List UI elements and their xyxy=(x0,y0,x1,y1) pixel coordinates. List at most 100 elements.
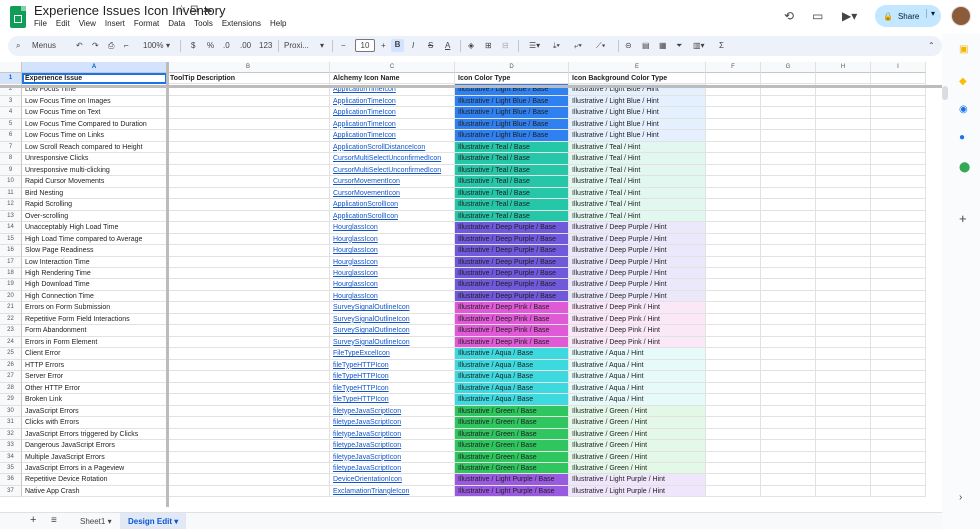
tooltip-description-cell[interactable] xyxy=(167,256,330,268)
empty-cell[interactable] xyxy=(706,233,761,246)
icon-bg-color-cell[interactable]: Illustrative / Teal / Hint xyxy=(569,164,706,177)
empty-cell[interactable] xyxy=(816,245,871,257)
experience-issue-cell[interactable]: Low Focus Time Compared to Duration xyxy=(22,118,167,131)
row-header[interactable]: 34 xyxy=(0,451,22,463)
empty-cell[interactable] xyxy=(871,313,926,326)
row-header[interactable]: 4 xyxy=(0,107,22,119)
row-header[interactable]: 1 xyxy=(0,73,22,85)
experience-issue-cell[interactable]: Errors in Form Element xyxy=(22,336,167,349)
experience-issue-cell[interactable]: Low Focus Time on Images xyxy=(22,95,167,108)
icon-color-cell[interactable]: Illustrative / Teal / Base xyxy=(455,141,569,154)
empty-cell[interactable] xyxy=(706,95,761,108)
empty-cell[interactable] xyxy=(706,359,761,372)
empty-cell[interactable] xyxy=(871,485,926,498)
icon-bg-color-cell[interactable]: Illustrative / Light Blue / Hint xyxy=(569,118,706,131)
experience-issue-cell[interactable]: Low Focus Time on Links xyxy=(22,130,167,142)
zoom-dropdown-icon[interactable]: ▾ xyxy=(166,40,170,52)
empty-cell[interactable] xyxy=(706,118,761,131)
filter-views-icon[interactable]: ▥▾ xyxy=(693,40,705,52)
empty-cell[interactable] xyxy=(761,176,816,188)
icon-color-cell[interactable]: Illustrative / Green / Base xyxy=(455,462,569,475)
icon-color-cell[interactable]: Illustrative / Aqua / Base xyxy=(455,382,569,395)
empty-cell[interactable] xyxy=(816,382,871,395)
tooltip-description-cell[interactable] xyxy=(167,176,330,188)
empty-cell[interactable] xyxy=(871,118,926,131)
empty-cell[interactable] xyxy=(761,245,816,257)
empty-cell[interactable] xyxy=(816,313,871,326)
text-color-icon[interactable]: A xyxy=(445,40,450,52)
icon-color-cell[interactable]: Illustrative / Light Blue / Base xyxy=(455,95,569,108)
empty-cell[interactable] xyxy=(816,73,871,85)
empty-cell[interactable] xyxy=(706,279,761,291)
row-header[interactable]: 11 xyxy=(0,187,22,200)
empty-cell[interactable] xyxy=(871,187,926,200)
icon-bg-color-cell[interactable]: Illustrative / Aqua / Hint xyxy=(569,371,706,383)
icon-name-link[interactable]: HourglassIcon xyxy=(330,267,455,280)
icon-bg-color-cell[interactable]: Illustrative / Aqua / Hint xyxy=(569,394,706,406)
tooltip-description-cell[interactable] xyxy=(167,199,330,211)
tooltip-description-cell[interactable] xyxy=(167,233,330,246)
icon-name-link[interactable]: SurveySignalOutlineIcon xyxy=(330,325,455,337)
empty-cell[interactable] xyxy=(816,451,871,463)
icon-bg-color-cell[interactable]: Illustrative / Deep Pink / Hint xyxy=(569,325,706,337)
experience-issue-cell[interactable]: Rapid Scrolling xyxy=(22,199,167,211)
tooltip-description-cell[interactable] xyxy=(167,313,330,326)
icon-name-link[interactable]: SurveySignalOutlineIcon xyxy=(330,302,455,314)
row-header[interactable]: 31 xyxy=(0,417,22,429)
empty-cell[interactable] xyxy=(816,210,871,223)
text-wrapping-icon[interactable]: ⤶▾ xyxy=(574,40,582,52)
icon-color-cell[interactable]: Illustrative / Deep Purple / Base xyxy=(455,222,569,234)
font-size-input[interactable]: 10 xyxy=(355,39,375,52)
icon-name-link[interactable]: ApplicationScrollIcon xyxy=(330,210,455,223)
font-dropdown-icon[interactable]: ▾ xyxy=(320,40,324,52)
empty-cell[interactable] xyxy=(816,440,871,452)
all-sheets-icon[interactable]: ≡ xyxy=(51,515,57,526)
experience-issue-cell[interactable]: Broken Link xyxy=(22,394,167,406)
icon-name-link[interactable]: SurveySignalOutlineIcon xyxy=(330,313,455,326)
empty-cell[interactable] xyxy=(871,176,926,188)
comments-icon[interactable]: ▭ xyxy=(812,9,823,23)
icon-name-link[interactable]: DeviceOrientationIcon xyxy=(330,474,455,486)
empty-cell[interactable] xyxy=(706,382,761,395)
tab-sheet1[interactable]: Sheet1 ▾ xyxy=(72,513,120,529)
empty-cell[interactable] xyxy=(816,279,871,291)
row-header[interactable]: 15 xyxy=(0,233,22,246)
icon-bg-color-cell[interactable]: Illustrative / Green / Hint xyxy=(569,417,706,429)
empty-cell[interactable] xyxy=(761,222,816,234)
icon-name-link[interactable]: SurveySignalOutlineIcon xyxy=(330,336,455,349)
icon-color-cell[interactable]: Illustrative / Teal / Base xyxy=(455,199,569,211)
icon-color-cell[interactable]: Illustrative / Green / Base xyxy=(455,417,569,429)
row-header[interactable]: 17 xyxy=(0,256,22,268)
row-header[interactable]: 20 xyxy=(0,290,22,303)
empty-cell[interactable] xyxy=(871,302,926,314)
row-header[interactable]: 19 xyxy=(0,279,22,291)
empty-cell[interactable] xyxy=(761,348,816,360)
empty-cell[interactable] xyxy=(706,325,761,337)
icon-bg-color-cell[interactable]: Illustrative / Deep Purple / Hint xyxy=(569,267,706,280)
row-header[interactable]: 18 xyxy=(0,267,22,280)
empty-cell[interactable] xyxy=(706,210,761,223)
empty-cell[interactable] xyxy=(761,130,816,142)
empty-cell[interactable] xyxy=(816,325,871,337)
horizontal-align-icon[interactable]: ☰▾ xyxy=(529,40,540,52)
insert-chart-icon[interactable]: ▦ xyxy=(659,40,667,52)
icon-bg-color-cell[interactable]: Illustrative / Green / Hint xyxy=(569,440,706,452)
empty-cell[interactable] xyxy=(871,141,926,154)
tooltip-description-cell[interactable] xyxy=(167,485,330,498)
empty-cell[interactable] xyxy=(706,348,761,360)
empty-cell[interactable] xyxy=(871,394,926,406)
experience-issue-cell[interactable]: JavaScript Errors triggered by Clicks xyxy=(22,428,167,441)
font-select[interactable]: Proxi... xyxy=(284,40,309,52)
icon-bg-color-cell[interactable]: Illustrative / Deep Pink / Hint xyxy=(569,313,706,326)
row-header[interactable]: 10 xyxy=(0,176,22,188)
icon-bg-color-cell[interactable]: Illustrative / Green / Hint xyxy=(569,428,706,441)
icon-bg-color-cell[interactable]: Illustrative / Green / Hint xyxy=(569,405,706,418)
column-header-f[interactable]: F xyxy=(706,62,761,73)
icon-color-cell[interactable]: Illustrative / Light Purple / Base xyxy=(455,474,569,486)
empty-cell[interactable] xyxy=(871,153,926,165)
menu-data[interactable]: Data xyxy=(168,19,185,28)
experience-issue-cell[interactable]: Client Error xyxy=(22,348,167,360)
empty-cell[interactable] xyxy=(871,405,926,418)
experience-issue-cell[interactable]: Low Focus Time on Text xyxy=(22,107,167,119)
empty-cell[interactable] xyxy=(761,95,816,108)
